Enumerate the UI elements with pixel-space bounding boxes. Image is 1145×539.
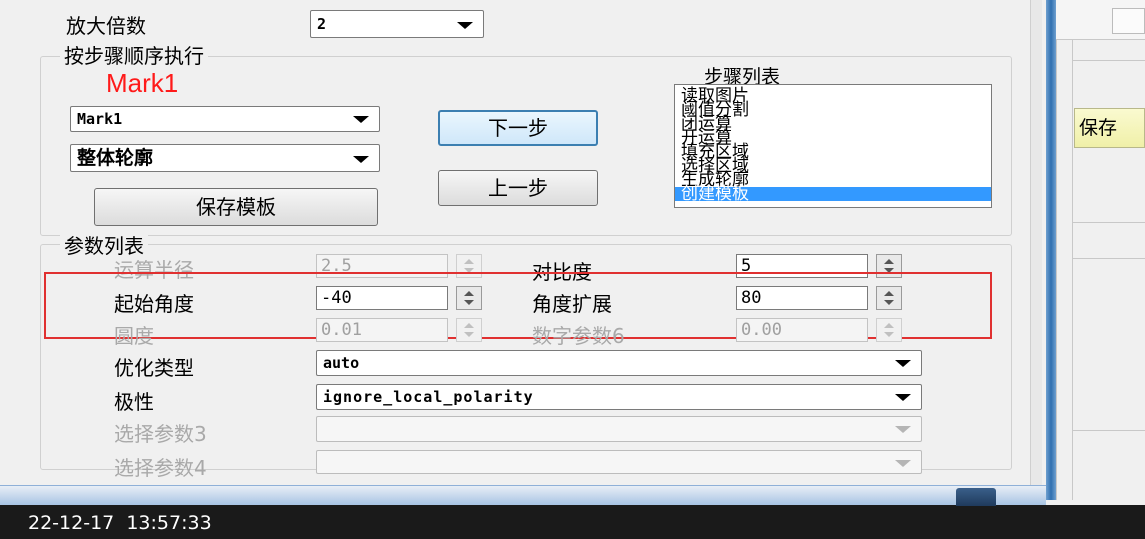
roundness-input[interactable]: 0.01 — [316, 318, 448, 342]
chevron-down-icon — [895, 460, 911, 467]
mark-select[interactable]: Mark1 — [70, 106, 380, 132]
angle-extent-input[interactable]: 80 — [736, 286, 868, 310]
step-list[interactable]: 读取图片 阈值分割 闭运算 开运算 填充区域 选择区域 生成轮廓 创建模板 — [674, 84, 992, 208]
start-angle-label: 起始角度 — [114, 292, 194, 316]
magnification-select[interactable]: 2 — [310, 10, 484, 38]
right-panel-row-line — [1073, 258, 1145, 259]
contour-select-value: 整体轮廓 — [77, 147, 154, 169]
right-panel-save-button[interactable]: 保存 — [1074, 108, 1145, 148]
up-arrow-icon — [464, 259, 474, 264]
next-step-button[interactable]: 下一步 — [438, 110, 598, 146]
right-panel-row-line — [1073, 60, 1145, 61]
optimization-value: auto — [323, 354, 360, 372]
mark-title: Mark1 — [106, 68, 179, 98]
right-panel-save-label: 保存 — [1079, 117, 1118, 139]
window-bottom-border — [0, 485, 1046, 505]
num-param6-label: 数字参数6 — [532, 324, 625, 348]
roundness-spinner[interactable] — [456, 318, 482, 342]
select-param3-label: 选择参数3 — [114, 422, 207, 446]
up-arrow-icon — [884, 291, 894, 296]
magnification-value: 2 — [317, 15, 327, 33]
contour-select[interactable]: 整体轮廓 — [70, 144, 380, 172]
select-param3-select[interactable] — [316, 416, 922, 442]
magnification-label: 放大倍数 — [66, 14, 146, 38]
chevron-down-icon — [895, 394, 911, 401]
chevron-down-icon — [895, 426, 911, 433]
right-panel-row-line — [1073, 430, 1145, 431]
vertical-scrollbar[interactable] — [1030, 0, 1042, 485]
status-timestamp: 22-12-17 13:57:33 — [28, 512, 212, 534]
select-param4-select[interactable] — [316, 450, 922, 474]
num-param6-spinner[interactable] — [876, 318, 902, 342]
up-arrow-icon — [464, 291, 474, 296]
right-panel-line — [1072, 40, 1073, 500]
num-param6-input[interactable]: 0.00 — [736, 318, 868, 342]
down-arrow-icon — [884, 332, 894, 337]
down-arrow-icon — [884, 300, 894, 305]
polarity-select[interactable]: ignore_local_polarity — [316, 384, 922, 410]
angle-extent-label: 角度扩展 — [532, 292, 612, 316]
list-item-selected[interactable]: 创建模板 — [675, 186, 991, 203]
down-arrow-icon — [464, 332, 474, 337]
step-group-legend: 按步骤顺序执行 — [60, 40, 208, 69]
start-angle-input[interactable]: -40 — [316, 286, 448, 310]
down-arrow-icon — [464, 300, 474, 305]
optimization-label: 优化类型 — [114, 356, 194, 380]
right-panel — [1056, 0, 1145, 500]
right-panel-tab — [1112, 8, 1145, 34]
optimization-select[interactable]: auto — [316, 350, 922, 376]
right-panel-divider[interactable] — [1046, 0, 1056, 500]
polarity-label: 极性 — [114, 390, 154, 414]
roundness-label: 圆度 — [114, 324, 154, 348]
chevron-down-icon — [457, 22, 473, 29]
mark-select-value: Mark1 — [77, 110, 123, 128]
prev-step-button[interactable]: 上一步 — [438, 170, 598, 206]
taskbar-icon[interactable] — [956, 488, 996, 506]
up-arrow-icon — [884, 323, 894, 328]
select-param4-label: 选择参数4 — [114, 456, 207, 480]
right-panel-row-line — [1073, 222, 1145, 223]
chevron-down-icon — [353, 116, 369, 123]
save-template-button[interactable]: 保存模板 — [94, 188, 378, 226]
start-angle-spinner[interactable] — [456, 286, 482, 310]
up-arrow-icon — [884, 259, 894, 264]
chevron-down-icon — [895, 360, 911, 367]
chevron-down-icon — [353, 156, 369, 163]
up-arrow-icon — [464, 323, 474, 328]
angle-extent-spinner[interactable] — [876, 286, 902, 310]
polarity-value: ignore_local_polarity — [323, 388, 534, 406]
